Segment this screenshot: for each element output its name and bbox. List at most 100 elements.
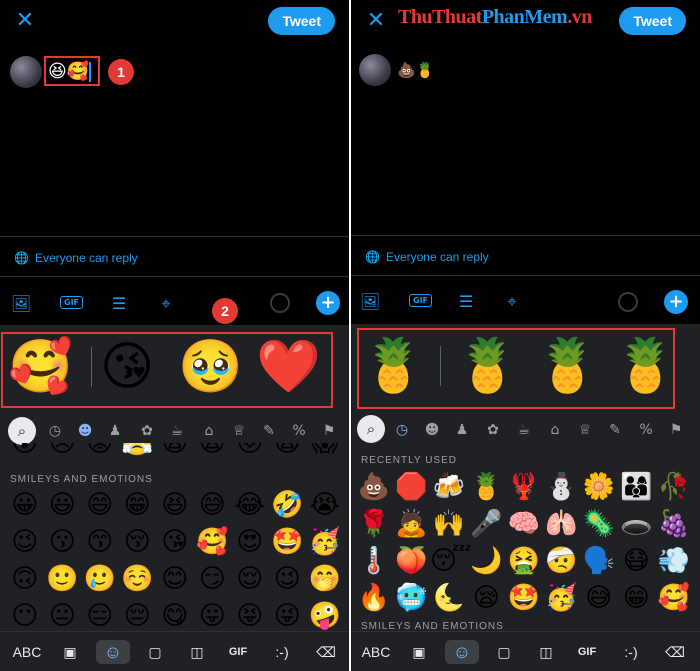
emoji-key[interactable]: 🙂	[44, 561, 82, 598]
emoji-key[interactable]: 🕳️	[618, 506, 656, 543]
emoji-key[interactable]: 😐	[44, 598, 82, 635]
objects-category-icon[interactable]: ✎	[604, 419, 626, 441]
emoji-key[interactable]: 🦠	[580, 506, 618, 543]
add-tweet-button[interactable]: +	[316, 291, 340, 315]
recent-icon[interactable]: ◷	[44, 420, 66, 442]
emoji-key[interactable]: 😝	[231, 598, 269, 635]
nature-category-icon[interactable]: ✿	[136, 420, 158, 442]
emoji-key[interactable]: 🎤	[468, 506, 506, 543]
emoji-key[interactable]: 🤩	[269, 524, 307, 561]
emoji-key[interactable]: 😱	[306, 443, 344, 462]
emoji-key[interactable]: 😅	[580, 580, 618, 617]
emoji-key[interactable]: 🌹	[355, 506, 393, 543]
people-category-icon[interactable]: ♟	[104, 420, 126, 442]
emoji-key[interactable]: 🤩	[505, 580, 543, 617]
emoji-key[interactable]: 🥰	[655, 580, 693, 617]
emoji-key[interactable]: 😚	[119, 524, 157, 561]
reply-setting[interactable]: 🌐 Everyone can reply	[14, 251, 138, 265]
emoji-key[interactable]: 🌙	[468, 543, 506, 580]
emoji-key[interactable]: 🦞	[505, 469, 543, 506]
emoji-tab-icon[interactable]: ☺	[96, 640, 130, 664]
emoji-key[interactable]: 🗣️	[580, 543, 618, 580]
emoji-key[interactable]: 🤭	[306, 561, 344, 598]
emoji-key[interactable]: 🥲	[81, 561, 119, 598]
gif-icon[interactable]: GIF	[409, 294, 433, 307]
emoji-key[interactable]: 🌜	[430, 580, 468, 617]
emoji-key[interactable]: 😪	[468, 580, 506, 617]
emoji-key[interactable]: 🙌	[430, 506, 468, 543]
emoji-key[interactable]: 😘	[156, 524, 194, 561]
sticker-icon[interactable]: ▢	[493, 640, 515, 664]
emoji-key[interactable]: 😜	[269, 598, 307, 635]
location-icon[interactable]: ⌖	[155, 293, 177, 315]
emoji-key[interactable]: 😷	[618, 543, 656, 580]
compose-input[interactable]: 💩🍍	[397, 58, 434, 82]
image-icon[interactable]: 🖼	[359, 291, 381, 313]
close-icon[interactable]: ✕	[365, 10, 387, 32]
food-category-icon[interactable]: ☕	[513, 419, 535, 441]
emoji-key[interactable]: 😖	[231, 443, 269, 462]
recent-icon[interactable]: ◷	[391, 419, 413, 441]
emoji-key[interactable]: 😆	[156, 487, 194, 524]
emoji-key[interactable]: 😍	[231, 524, 269, 561]
emoji-key[interactable]: 🙇	[393, 506, 431, 543]
emoji-key[interactable]: 😏	[194, 561, 232, 598]
emoji-key[interactable]: 🥀	[655, 469, 693, 506]
smiley-category-icon[interactable]: ☻	[421, 419, 443, 441]
emoji-key[interactable]: 🍇	[655, 506, 693, 543]
emoji-tab-icon[interactable]: ☺	[445, 640, 479, 664]
emoji-key[interactable]: 🥳	[306, 524, 344, 561]
emoji-key[interactable]: 😉	[269, 561, 307, 598]
activity-category-icon[interactable]: ♕	[574, 419, 596, 441]
emoji-key[interactable]: 😲	[6, 443, 44, 462]
emoji-key[interactable]: 😩	[194, 443, 232, 462]
emoji-key[interactable]: 😌	[231, 561, 269, 598]
emoji-key[interactable]: 😔	[119, 598, 157, 635]
abc-key[interactable]: ABC	[10, 640, 44, 664]
emoji-key[interactable]: 🤕	[543, 543, 581, 580]
sticker-icon[interactable]: ▢	[144, 640, 166, 664]
emoji-key[interactable]: 😃	[44, 487, 82, 524]
emoji-key[interactable]: 😁	[618, 580, 656, 617]
emoji-key[interactable]: 😛	[194, 598, 232, 635]
poll-icon[interactable]: ☰	[455, 291, 477, 313]
emoji-key[interactable]: 😑	[81, 598, 119, 635]
travel-category-icon[interactable]: ⌂	[544, 419, 566, 441]
clipboard-icon[interactable]: ▣	[58, 640, 82, 664]
emoji-key[interactable]: 🌼	[580, 469, 618, 506]
emoji-key[interactable]: 😋	[156, 598, 194, 635]
gif-tab[interactable]: GIF	[573, 640, 601, 664]
gif-tab[interactable]: GIF	[224, 640, 252, 664]
image-icon[interactable]: 🖼	[10, 293, 32, 315]
add-tweet-button[interactable]: +	[664, 290, 688, 314]
tweet-button[interactable]: Tweet	[619, 7, 686, 35]
emoji-key[interactable]: 😂	[231, 487, 269, 524]
emoji-key[interactable]: 😄	[81, 487, 119, 524]
emoji-key[interactable]: 🥳	[543, 580, 581, 617]
emoji-key[interactable]: 😴	[430, 543, 472, 580]
emoticon-tab[interactable]: :-)	[617, 640, 645, 664]
emoji-key[interactable]: 😡	[81, 443, 119, 462]
emoji-key[interactable]: 👨‍👩‍👦	[618, 469, 656, 506]
symbols-category-icon[interactable]: %	[635, 419, 657, 441]
emoji-key[interactable]: 🤪	[306, 598, 344, 635]
flag-category-icon[interactable]: ⚑	[318, 420, 340, 442]
smiley-category-icon[interactable]: ☻	[74, 420, 96, 442]
emoji-key[interactable]: 😉	[6, 524, 44, 561]
emoji-key[interactable]: 🫁	[543, 506, 581, 543]
nature-category-icon[interactable]: ✿	[482, 419, 504, 441]
emoji-key[interactable]: 😙	[81, 524, 119, 561]
backspace-icon[interactable]: ⌫	[663, 640, 687, 664]
emoji-key[interactable]: 🤣	[269, 487, 307, 524]
emoji-key[interactable]: 😫	[156, 443, 194, 462]
emoji-key[interactable]: 🥰	[194, 524, 232, 561]
activity-category-icon[interactable]: ♕	[228, 420, 250, 442]
emoji-key[interactable]: 💨	[655, 543, 693, 580]
symbols-category-icon[interactable]: %	[288, 420, 310, 442]
bitmoji-icon[interactable]: ◫	[535, 640, 557, 664]
flag-category-icon[interactable]: ⚑	[665, 419, 687, 441]
emoji-key[interactable]: 😗	[44, 524, 82, 561]
close-icon[interactable]: ✕	[14, 10, 36, 32]
emoji-key[interactable]: ⛄	[543, 469, 581, 506]
abc-key[interactable]: ABC	[359, 640, 393, 664]
